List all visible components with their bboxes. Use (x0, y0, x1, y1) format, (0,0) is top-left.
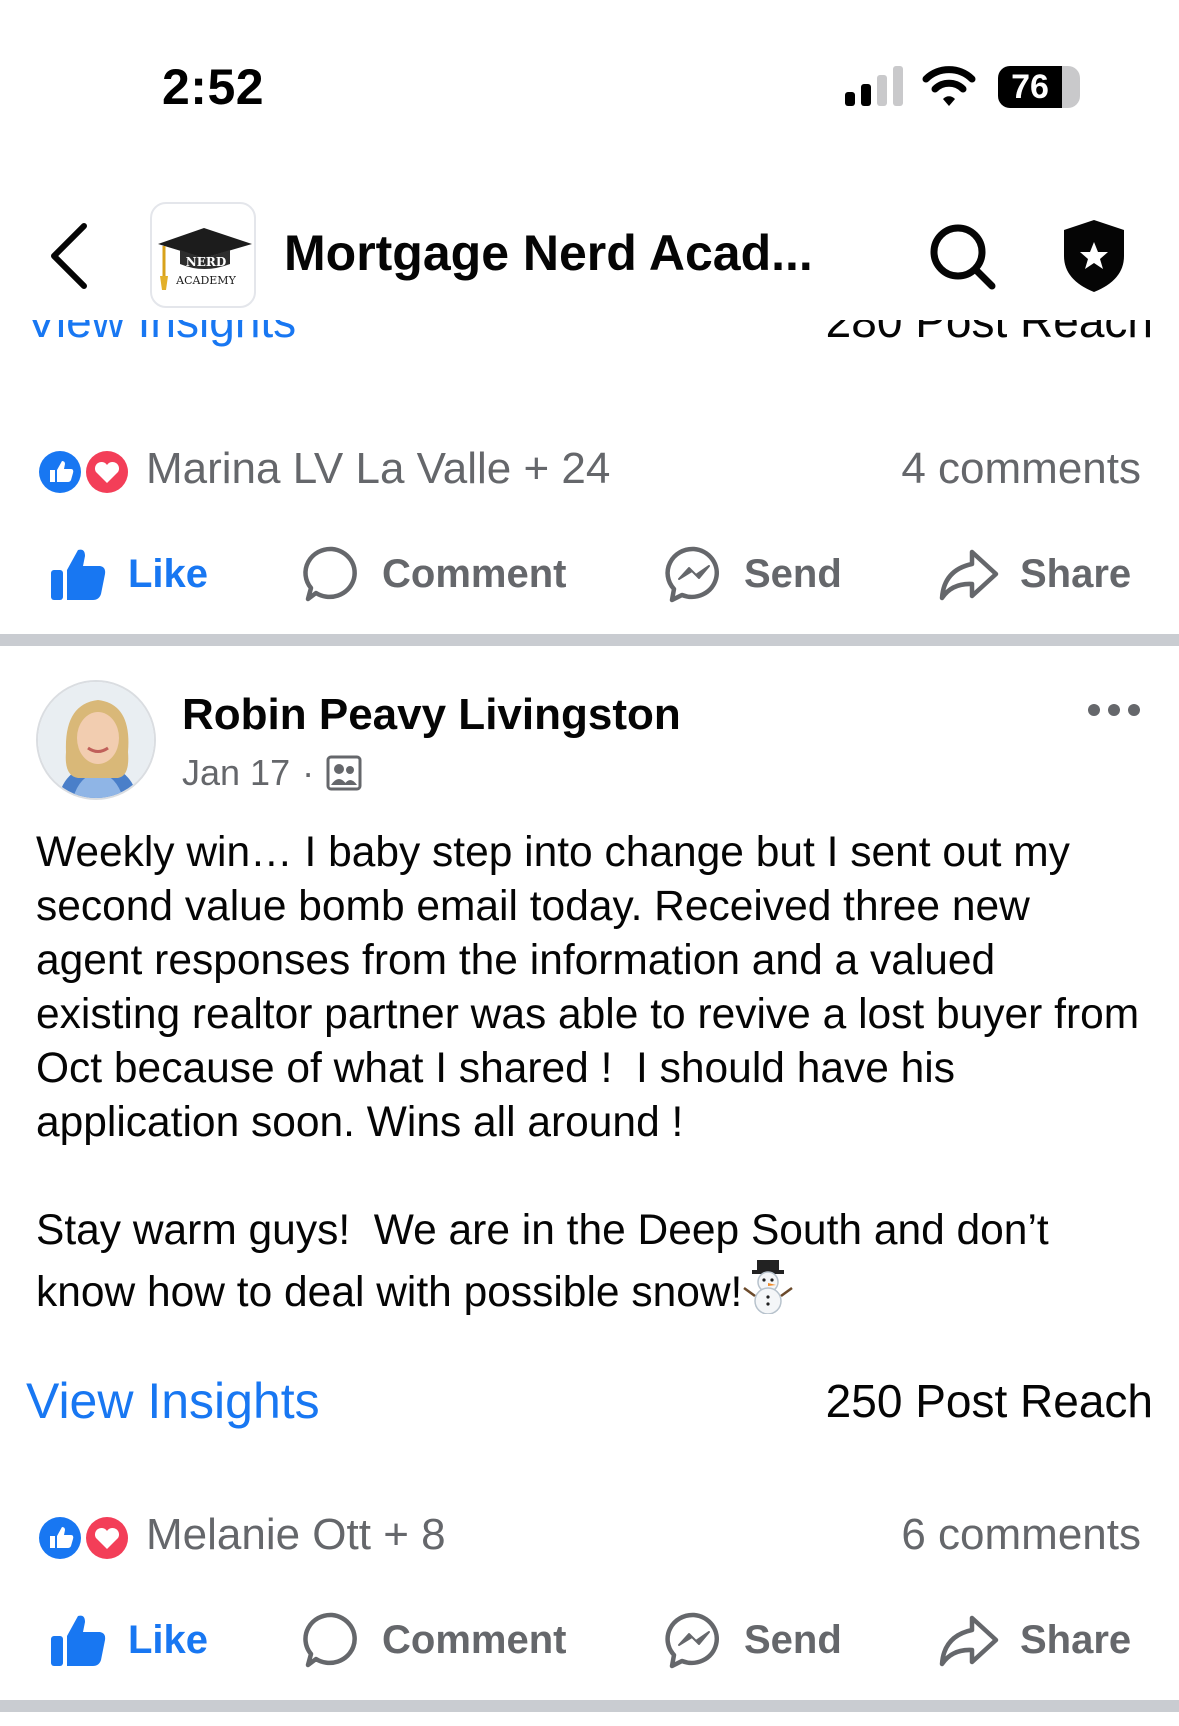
send-label: Send (744, 1617, 842, 1662)
send-label: Send (744, 551, 842, 596)
post1-comment-button[interactable]: Comment (302, 534, 566, 614)
thumbs-up-icon (51, 549, 106, 600)
status-time: 2:52 (162, 59, 265, 115)
comment-label: Comment (382, 551, 567, 596)
post-meta: Jan 17 · (182, 752, 362, 794)
post2-reactor-names[interactable]: Melanie Ott + 8 (146, 1510, 446, 1560)
group-header: NERD ACADEMY Mortgage Nerd Acad... (0, 180, 1179, 320)
snowman-emoji (743, 1260, 794, 1314)
share-label: Share (1020, 1617, 1132, 1662)
like-label: Like (128, 551, 209, 596)
author-name[interactable]: Robin Peavy Livingston (182, 690, 681, 740)
group-audience-icon (326, 755, 362, 791)
share-label: Share (1020, 551, 1132, 596)
post-divider (0, 634, 1179, 646)
post1-like-button[interactable]: Like (48, 534, 208, 614)
post2-share-button[interactable]: Share (938, 1600, 1131, 1680)
post-text: Weekly win… I baby step into change but … (36, 829, 1140, 1316)
post2-view-insights-link[interactable]: View Insights (26, 1372, 320, 1430)
post2-action-bar: Like Comment Send Share (0, 1600, 1179, 1680)
share-arrow-icon (939, 549, 999, 601)
comment-bubble-icon (303, 1612, 357, 1668)
signal-icon (845, 66, 903, 106)
post2-comment-button[interactable]: Comment (302, 1600, 566, 1680)
comment-bubble-icon (303, 546, 357, 602)
back-chevron-icon[interactable] (44, 220, 94, 292)
share-arrow-icon (939, 1615, 999, 1667)
messenger-icon (665, 546, 719, 603)
like-label: Like (128, 1617, 209, 1662)
post1-action-bar: Like Comment Send Share (0, 534, 1179, 614)
graduation-cap-icon: NERD ACADEMY (158, 228, 252, 290)
post1-reactions-row[interactable]: Marina LV La Valle + 24 4 comments (0, 440, 1179, 500)
post-body: Weekly win… I baby step into change but … (36, 826, 1146, 1320)
battery-indicator: 76 (998, 66, 1080, 110)
messenger-icon (665, 1612, 719, 1669)
post2-insights-row: View Insights 250 Post Reach (0, 1372, 1179, 1432)
reaction-icons (36, 448, 131, 496)
post1-reactor-names[interactable]: Marina LV La Valle + 24 (146, 444, 610, 494)
avatar-photo (38, 682, 154, 798)
post2-post-reach: 250 Post Reach (825, 1375, 1153, 1427)
post1-send-button[interactable]: Send (664, 534, 842, 614)
wifi-icon (922, 66, 976, 106)
reaction-icons (36, 1514, 131, 1562)
battery-level: 76 (1011, 68, 1049, 106)
search-icon[interactable] (926, 220, 998, 292)
thumbs-up-icon (51, 1615, 106, 1666)
author-avatar[interactable] (36, 680, 156, 800)
logo-text-nerd: NERD (186, 255, 227, 269)
status-bar: 2:52 76 (0, 0, 1179, 180)
group-logo[interactable]: NERD ACADEMY (150, 202, 256, 308)
post2-comment-count[interactable]: 6 comments (901, 1510, 1141, 1560)
post2-reactions-row[interactable]: Melanie Ott + 8 6 comments (0, 1506, 1179, 1566)
post-date[interactable]: Jan 17 (182, 752, 290, 794)
meta-separator: · (302, 752, 315, 793)
shield-star-icon[interactable] (1060, 218, 1128, 294)
post-divider (0, 1700, 1179, 1712)
post2-send-button[interactable]: Send (664, 1600, 842, 1680)
logo-text-academy: ACADEMY (175, 274, 236, 287)
post1-share-button[interactable]: Share (938, 534, 1131, 614)
more-dots-icon[interactable] (1086, 700, 1142, 720)
post2-like-button[interactable]: Like (48, 1600, 208, 1680)
post1-post-reach: 280 Post Reach (825, 320, 1153, 347)
post1-insights-row: View Insights 280 Post Reach (0, 320, 1179, 360)
post1-comment-count[interactable]: 4 comments (901, 444, 1141, 494)
post1-view-insights-link[interactable]: View Insights (26, 320, 296, 348)
group-title[interactable]: Mortgage Nerd Acad... (284, 224, 813, 282)
comment-label: Comment (382, 1617, 567, 1662)
